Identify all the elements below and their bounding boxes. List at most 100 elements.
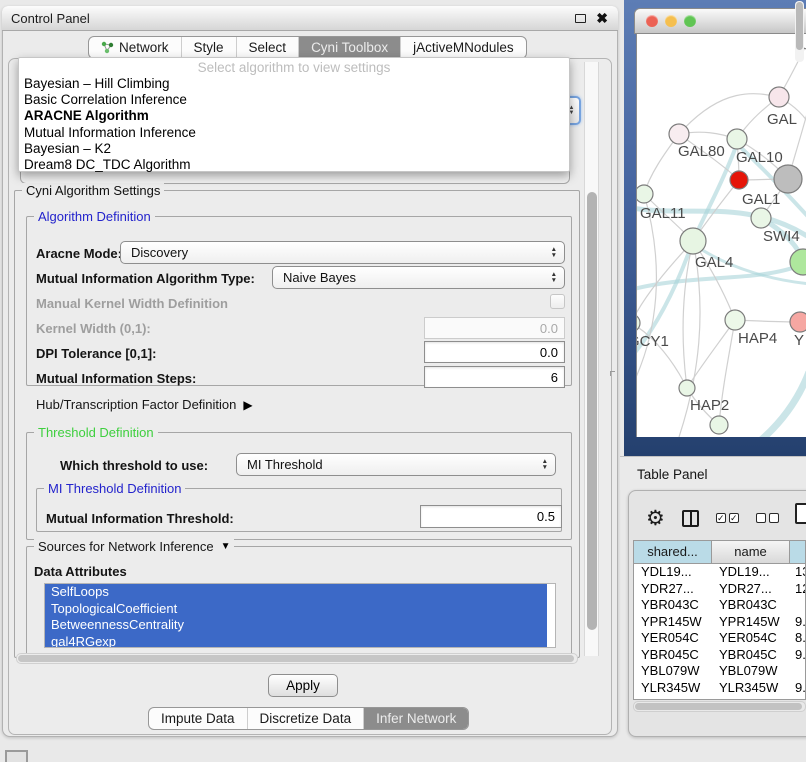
- network-node-swi4[interactable]: [751, 208, 771, 228]
- table-cell: YBR045C: [712, 647, 790, 664]
- tab-style[interactable]: Style: [181, 37, 236, 58]
- manual-kernel-width-checkbox[interactable]: [550, 294, 565, 309]
- scrollbar-thumb[interactable]: [796, 2, 803, 50]
- attribute-item-betweennesscentrality[interactable]: BetweennessCentrality: [45, 617, 547, 634]
- column-header-partial[interactable]: [790, 541, 805, 563]
- expander-arrow-icon: ▶: [243, 398, 252, 412]
- threshold-definition-title: Threshold Definition: [34, 425, 158, 440]
- which-threshold-combo[interactable]: MI Threshold ▲▼: [236, 453, 556, 476]
- algorithm-option-mutual-information-inference[interactable]: Mutual Information Inference: [19, 125, 569, 141]
- node-label-gal80: GAL80: [678, 143, 725, 160]
- table-cell: YER054C: [634, 630, 712, 647]
- kernel-width-label: Kernel Width (0,1):: [36, 321, 151, 336]
- table-row[interactable]: YPR145WYPR145W9.: [634, 614, 805, 631]
- network-node-unnamed-green[interactable]: [790, 249, 806, 275]
- table-cell: YDL19...: [712, 564, 790, 581]
- mi-steps-field[interactable]: [424, 366, 565, 388]
- data-attributes-list: SelfLoopsTopologicalCoefficientBetweenne…: [44, 583, 556, 648]
- gear-icon[interactable]: ⚙: [646, 508, 665, 529]
- network-node-unnamed-bottom[interactable]: [710, 416, 728, 434]
- table-row[interactable]: YLR345WYLR345W9.: [634, 680, 805, 697]
- select-all-columns-icon[interactable]: ✓ ✓: [716, 513, 739, 523]
- mi-algorithm-type-combo[interactable]: Naive Bayes ▲▼: [272, 266, 565, 289]
- network-node-unnamed-salmon[interactable]: [790, 312, 806, 332]
- tab-discretize-data[interactable]: Discretize Data: [247, 708, 364, 729]
- algorithm-option-bayesian-k2[interactable]: Bayesian – K2: [19, 141, 569, 157]
- tab-jactivemnodules[interactable]: jActiveMNodules: [400, 37, 526, 58]
- float-panel-icon[interactable]: [575, 14, 586, 23]
- kernel-width-field[interactable]: [424, 317, 565, 339]
- network-node-gal1[interactable]: [730, 171, 748, 189]
- settings-vertical-scrollbar[interactable]: [584, 62, 599, 656]
- attributes-scrollbar[interactable]: [795, 1, 804, 62]
- network-node-gcy1[interactable]: [637, 314, 640, 332]
- table-panel-title: Table Panel: [637, 467, 708, 482]
- attribute-item-topologicalcoefficient[interactable]: TopologicalCoefficient: [45, 601, 547, 618]
- network-node-gal11[interactable]: [637, 185, 653, 203]
- scrollbar-thumb[interactable]: [18, 655, 574, 662]
- unchecked-box-icon: [756, 513, 766, 523]
- network-node-gal-partial[interactable]: [769, 87, 789, 107]
- data-attributes-label: Data Attributes: [34, 564, 127, 579]
- network-view-canvas[interactable]: GALGAL80GAL10GAL1GAL11SWI4GAL4GCY1HAP4YH…: [636, 34, 806, 437]
- node-label-hap4: HAP4: [738, 330, 777, 347]
- tab-infer-network[interactable]: Infer Network: [363, 708, 468, 729]
- minimize-window-button[interactable]: [665, 15, 677, 27]
- scrollbar-thumb[interactable]: [587, 192, 597, 630]
- minimized-panel-icon[interactable]: [5, 750, 28, 762]
- network-node-hap4[interactable]: [725, 310, 745, 330]
- table-cell: YER054C: [712, 630, 790, 647]
- table-row[interactable]: YBR045CYBR045C9.: [634, 647, 805, 664]
- attribute-item-gal4rgexp[interactable]: gal4RGexp: [45, 634, 547, 649]
- network-edge: [637, 194, 656, 392]
- table-cell: 9.: [790, 680, 805, 697]
- column-header-name[interactable]: name: [712, 541, 790, 563]
- algorithm-option-bayesian-hill-climbing[interactable]: Bayesian – Hill Climbing: [19, 76, 569, 92]
- network-node-unnamed-gray[interactable]: [774, 165, 802, 193]
- table-row[interactable]: YDR27...YDR27...12: [634, 581, 805, 598]
- table-row[interactable]: YIL052CYIL052C9: [634, 696, 805, 700]
- tab-impute-data[interactable]: Impute Data: [149, 708, 247, 729]
- settings-horizontal-scrollbar[interactable]: [16, 653, 578, 664]
- export-table-icon[interactable]: [795, 503, 806, 524]
- table-row[interactable]: YBR043CYBR043C: [634, 597, 805, 614]
- tab-select[interactable]: Select: [236, 37, 299, 58]
- attribute-item-selfloops[interactable]: SelfLoops: [45, 584, 547, 601]
- table-cell: YBR045C: [634, 647, 712, 664]
- table-cell: 13: [790, 564, 805, 581]
- network-node-gal80[interactable]: [669, 124, 689, 144]
- mi-steps-label: Mutual Information Steps:: [36, 371, 196, 386]
- network-node-gal4[interactable]: [680, 228, 706, 254]
- tab-network[interactable]: Network: [89, 37, 181, 58]
- aracne-mode-combo[interactable]: Discovery ▲▼: [120, 241, 565, 264]
- columns-icon[interactable]: [682, 510, 699, 527]
- hub-definition-expander[interactable]: Hub/Transcription Factor Definition ▶: [36, 397, 253, 412]
- close-panel-icon[interactable]: ✖: [596, 11, 608, 25]
- network-node-gal10[interactable]: [727, 129, 747, 149]
- table-horizontal-scrollbar[interactable]: [633, 701, 806, 712]
- network-node-hap2[interactable]: [679, 380, 695, 396]
- tab-cyni-toolbox[interactable]: Cyni Toolbox: [298, 37, 400, 58]
- node-label-gal1: GAL1: [742, 191, 780, 208]
- mi-threshold-field[interactable]: [420, 505, 562, 528]
- deselect-all-columns-icon[interactable]: [756, 513, 779, 523]
- close-window-button[interactable]: [646, 15, 658, 27]
- algorithm-option-dream8-dc-tdc-algorithm[interactable]: Dream8 DC_TDC Algorithm: [19, 157, 569, 173]
- column-header-shared-name[interactable]: shared...: [634, 541, 712, 563]
- algorithm-option-basic-correlation-inference[interactable]: Basic Correlation Inference: [19, 92, 569, 108]
- node-label-gcy1: GCY1: [637, 333, 669, 350]
- algorithm-option-aracne-algorithm[interactable]: ARACNE Algorithm: [19, 108, 569, 124]
- table-row[interactable]: YDL19...YDL19...13: [634, 564, 805, 581]
- table-header-row: shared... name: [634, 541, 805, 564]
- zoom-window-button[interactable]: [684, 15, 696, 27]
- apply-button[interactable]: Apply: [268, 674, 338, 697]
- dpi-tolerance-field[interactable]: [424, 341, 565, 363]
- scrollbar-thumb[interactable]: [635, 703, 802, 710]
- panel-resize-handle[interactable]: [610, 371, 615, 376]
- sources-expander[interactable]: Sources for Network Inference ▼: [34, 539, 234, 554]
- table-row[interactable]: YER054CYER054C8.: [634, 630, 805, 647]
- mi-threshold-label: Mutual Information Threshold:: [46, 511, 234, 526]
- combo-stepper-icon: ▲▼: [551, 247, 564, 258]
- table-row[interactable]: YBL079WYBL079W: [634, 663, 805, 680]
- network-icon: [101, 41, 114, 54]
